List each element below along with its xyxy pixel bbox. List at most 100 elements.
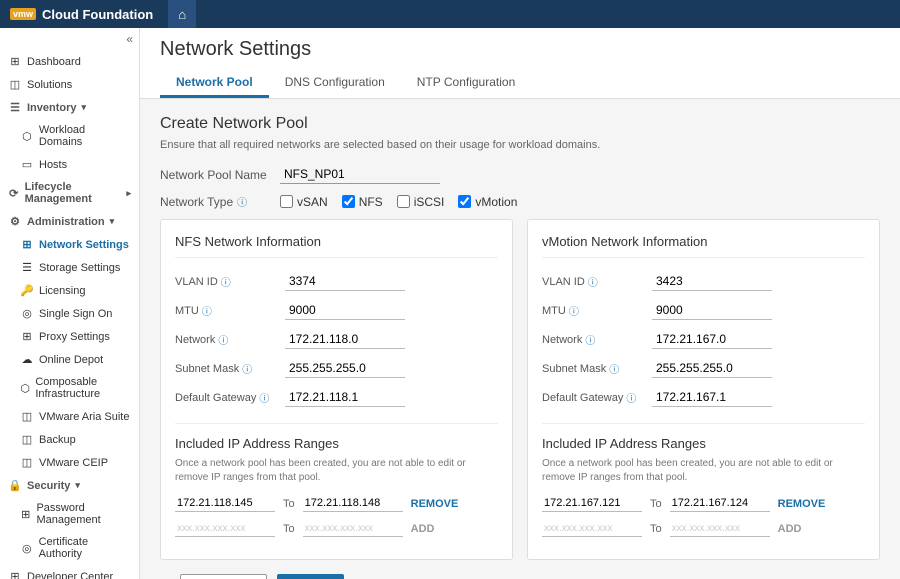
sidebar-item-lifecycle[interactable]: ⟳ Lifecycle Management ▸: [0, 176, 139, 210]
nfs-subnet-info-icon[interactable]: ⓘ: [242, 361, 252, 376]
nfs-mtu-input[interactable]: [285, 301, 405, 320]
sidebar-item-ceip[interactable]: ◫ VMware CEIP: [0, 451, 139, 474]
nfs-ip-range-desc: Once a network pool has been created, yo…: [175, 457, 498, 485]
nfs-vlan-input[interactable]: [285, 272, 405, 291]
vmotion-ip-range-row-0: To REMOVE: [542, 495, 865, 512]
tab-ntp-config[interactable]: NTP Configuration: [401, 69, 532, 98]
checkbox-vmotion[interactable]: vMotion: [458, 195, 517, 209]
page-title: Network Settings: [160, 38, 880, 61]
sidebar-item-administration[interactable]: ⚙ Administration ▾: [0, 210, 139, 233]
sidebar-item-password-mgmt[interactable]: ⊞ Password Management: [0, 497, 139, 531]
sidebar-item-label: Administration: [27, 216, 105, 228]
sidebar-item-dashboard[interactable]: ⊞ Dashboard: [0, 50, 139, 73]
sidebar-item-developer-center[interactable]: ⊞ Developer Center: [0, 565, 139, 579]
sidebar-item-security[interactable]: 🔒 Security ▾: [0, 474, 139, 497]
vmotion-subnet-input[interactable]: [652, 359, 772, 378]
nfs-subnet-input[interactable]: [285, 359, 405, 378]
vmotion-ip-from-0[interactable]: [542, 495, 642, 512]
vmotion-mtu-input[interactable]: [652, 301, 772, 320]
vmotion-subnet-label: Subnet Mask ⓘ: [542, 361, 652, 376]
nfs-ip-to-0[interactable]: [303, 495, 403, 512]
storage-icon: ☰: [20, 261, 34, 274]
vmotion-checkbox[interactable]: [458, 195, 471, 208]
vmotion-vlan-info-icon[interactable]: ⓘ: [588, 274, 598, 289]
sidebar-item-label: Password Management: [36, 502, 131, 526]
sidebar-item-cert-authority[interactable]: ◎ Certificate Authority: [0, 531, 139, 565]
sidebar-item-workload-domains[interactable]: ⬡ Workload Domains: [0, 119, 139, 153]
vmotion-add-button[interactable]: ADD: [778, 523, 802, 535]
nfs-vlan-info-icon[interactable]: ⓘ: [221, 274, 231, 289]
form-area: Create Network Pool Ensure that all requ…: [140, 99, 900, 579]
vmotion-ip-range-title: Included IP Address Ranges: [542, 436, 865, 451]
sidebar-item-proxy[interactable]: ⊞ Proxy Settings: [0, 325, 139, 348]
proxy-icon: ⊞: [20, 330, 34, 343]
vmotion-ip-add-to[interactable]: [670, 520, 770, 537]
cancel-button[interactable]: CANCEL: [180, 574, 267, 579]
sidebar-item-inventory[interactable]: ☰ Inventory ▾: [0, 96, 139, 119]
sidebar-item-licensing[interactable]: 🔑 Licensing: [0, 279, 139, 302]
sidebar-item-storage-settings[interactable]: ☰ Storage Settings: [0, 256, 139, 279]
nfs-ip-range-row-0: To REMOVE: [175, 495, 498, 512]
nfs-mtu-field: MTU ⓘ: [175, 301, 498, 320]
vmotion-remove-button-0[interactable]: REMOVE: [778, 498, 826, 510]
nfs-ip-range-title: Included IP Address Ranges: [175, 436, 498, 451]
vsan-checkbox[interactable]: [280, 195, 293, 208]
pool-name-input[interactable]: [280, 165, 440, 184]
sidebar-item-hosts[interactable]: ▭ Hosts: [0, 153, 139, 176]
password-icon: ⊞: [20, 508, 31, 521]
checkbox-vsan[interactable]: vSAN: [280, 195, 328, 209]
tab-network-pool[interactable]: Network Pool: [160, 69, 269, 98]
composable-icon: ⬡: [20, 382, 30, 395]
nfs-checkbox[interactable]: [342, 195, 355, 208]
app-title: Cloud Foundation: [42, 7, 153, 22]
create-pool-desc: Ensure that all required networks are se…: [160, 139, 880, 151]
sidebar-item-network-settings[interactable]: ⊞ Network Settings: [0, 233, 139, 256]
nfs-gateway-input[interactable]: [285, 388, 405, 407]
checkbox-iscsi[interactable]: iSCSI: [397, 195, 445, 209]
sidebar-item-online-depot[interactable]: ☁ Online Depot: [0, 348, 139, 371]
sidebar-item-backup[interactable]: ◫ Backup: [0, 428, 139, 451]
network-type-info-icon[interactable]: ⓘ: [237, 194, 247, 209]
hosts-icon: ▭: [20, 158, 34, 171]
app-logo: vmw Cloud Foundation: [10, 7, 153, 22]
sidebar-item-solutions[interactable]: ◫ Solutions: [0, 73, 139, 96]
sidebar-item-composable[interactable]: ⬡ Composable Infrastructure: [0, 371, 139, 405]
vmotion-network-input[interactable]: [652, 330, 772, 349]
vmotion-gateway-input[interactable]: [652, 388, 772, 407]
network-type-checkboxes: vSAN NFS iSCSI vMotion: [280, 195, 517, 209]
nfs-network-input[interactable]: [285, 330, 405, 349]
admin-icon: ⚙: [8, 215, 22, 228]
nfs-add-button[interactable]: ADD: [411, 523, 435, 535]
vmotion-ip-add-from[interactable]: [542, 520, 642, 537]
nfs-ip-range-section: Included IP Address Ranges Once a networ…: [175, 423, 498, 537]
vmotion-ip-to-0[interactable]: [670, 495, 770, 512]
sidebar-item-label: VMware Aria Suite: [39, 411, 129, 423]
nfs-mtu-info-icon[interactable]: ⓘ: [202, 303, 212, 318]
sidebar-collapse-button[interactable]: «: [0, 28, 139, 50]
sidebar-item-vmware-aria[interactable]: ◫ VMware Aria Suite: [0, 405, 139, 428]
nfs-remove-button-0[interactable]: REMOVE: [411, 498, 459, 510]
nfs-network-card: NFS Network Information VLAN ID ⓘ MTU ⓘ: [160, 219, 513, 560]
vmotion-gateway-info-icon[interactable]: ⓘ: [626, 390, 636, 405]
home-button[interactable]: ⌂: [168, 0, 196, 28]
vmotion-network-field: Network ⓘ: [542, 330, 865, 349]
nfs-ip-from-0[interactable]: [175, 495, 275, 512]
nfs-subnet-field: Subnet Mask ⓘ: [175, 359, 498, 378]
nfs-ip-add-from[interactable]: [175, 520, 275, 537]
vmotion-vlan-field: VLAN ID ⓘ: [542, 272, 865, 291]
nfs-ip-add-to[interactable]: [303, 520, 403, 537]
sidebar-section: ⊞ Dashboard ◫ Solutions ☰ Inventory ▾ ⬡ …: [0, 50, 139, 579]
vmotion-mtu-info-icon[interactable]: ⓘ: [569, 303, 579, 318]
checkbox-nfs[interactable]: NFS: [342, 195, 383, 209]
nfs-network-info-icon[interactable]: ⓘ: [218, 332, 228, 347]
vmotion-subnet-info-icon[interactable]: ⓘ: [609, 361, 619, 376]
vmotion-vlan-input[interactable]: [652, 272, 772, 291]
save-button[interactable]: SAVE: [277, 574, 344, 579]
vmotion-network-info-icon[interactable]: ⓘ: [585, 332, 595, 347]
tab-dns-config[interactable]: DNS Configuration: [269, 69, 401, 98]
content-area: Network Settings Network Pool DNS Config…: [140, 28, 900, 579]
nfs-card-title: NFS Network Information: [175, 234, 498, 258]
sidebar-item-sso[interactable]: ◎ Single Sign On: [0, 302, 139, 325]
iscsi-checkbox[interactable]: [397, 195, 410, 208]
nfs-gateway-info-icon[interactable]: ⓘ: [259, 390, 269, 405]
